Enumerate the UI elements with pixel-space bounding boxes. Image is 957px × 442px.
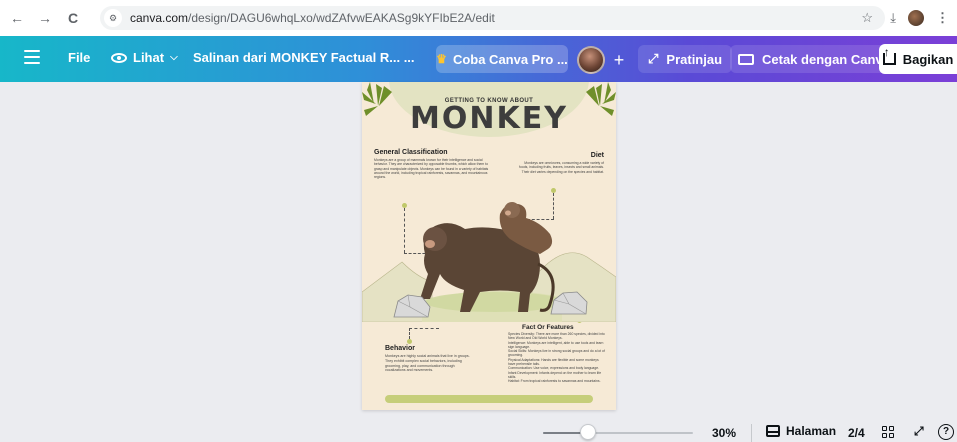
delivery-truck-icon [738, 53, 754, 65]
pages-label: Halaman [786, 424, 837, 438]
fact-item: Social Skills: Monkeys live in strong so… [508, 349, 605, 358]
editor-status-bar: 30% Halaman 2/4 ⤢ ? [0, 414, 957, 442]
design-title[interactable]: Salinan dari MONKEY Factual R... ... [193, 50, 415, 65]
profile-avatar[interactable] [908, 10, 924, 26]
fact-item: Intelligence: Monkeys are intelligent, a… [508, 340, 604, 349]
file-menu-button[interactable]: File [68, 50, 90, 65]
zoom-slider-thumb[interactable] [580, 424, 596, 440]
rock-left [393, 294, 431, 318]
download-icon[interactable]: ⤓ [890, 10, 896, 26]
print-with-canva-button[interactable]: Cetak dengan Canva [730, 45, 898, 73]
zoom-percentage[interactable]: 30% [712, 426, 736, 440]
fact-item: Habitat: From tropical rainforests to sa… [508, 379, 601, 384]
chevron-down-icon: ⌵ [170, 52, 178, 63]
eye-icon [111, 52, 127, 63]
connector-line [409, 328, 410, 339]
diet-title: Diet [590, 152, 604, 159]
share-button[interactable]: Bagikan [879, 44, 957, 74]
address-bar[interactable]: ⚙ canva.com/design/DAGU6whqLxo/wdZAfvwEA… [100, 6, 885, 30]
facts-title: Fact Or Features [522, 324, 574, 331]
print-label: Cetak dengan Canva [762, 51, 890, 67]
hamburger-menu-icon[interactable] [24, 50, 40, 64]
fact-item: Infant Development: Infants depend on th… [508, 370, 602, 379]
grid-view-icon[interactable] [882, 426, 894, 438]
pages-button[interactable]: Halaman [766, 424, 836, 438]
page-count: 2/4 [848, 426, 865, 440]
forward-icon[interactable]: → [34, 7, 56, 29]
pro-label: Coba Canva Pro ... [452, 51, 568, 67]
fact-item: Physical Adaptations: Hands are flexible… [508, 357, 599, 367]
bookmark-star-icon[interactable]: ☆ [861, 10, 873, 26]
url-host: canva.com [130, 11, 189, 25]
general-classification-title: General Classification [374, 149, 448, 156]
crown-icon: ♛ [436, 52, 447, 66]
add-collaborator-button[interactable]: + [608, 49, 630, 71]
help-icon[interactable]: ? [938, 424, 954, 440]
back-icon[interactable]: ← [6, 7, 28, 29]
fullscreen-icon[interactable]: ⤢ [914, 424, 924, 439]
try-canva-pro-button[interactable]: ♛ Coba Canva Pro ... [436, 45, 568, 73]
connector-line [409, 328, 439, 329]
status-divider [751, 424, 752, 442]
view-label: Lihat [133, 50, 165, 65]
canva-toolbar: File Lihat ⌵ Salinan dari MONKEY Factual… [0, 36, 957, 82]
behavior-body: Monkeys are highly social animals that l… [385, 354, 470, 373]
preview-label: Pratinjau [666, 51, 723, 67]
reload-icon[interactable]: C [62, 7, 84, 29]
preview-button[interactable]: ⤢ Pratinjau [638, 45, 733, 73]
diet-body: Monkeys are omnivores, consuming a wide … [519, 161, 604, 174]
browser-toolbar: ← → C ⚙ canva.com/design/DAGU6whqLxo/wdZ… [0, 0, 957, 36]
behavior-title: Behavior [385, 345, 415, 352]
facts-list: Species Diversity: There are more than 2… [508, 332, 605, 384]
share-label: Bagikan [902, 51, 954, 67]
rock-right [550, 291, 588, 315]
zoom-slider-track[interactable] [543, 432, 693, 434]
view-menu-button[interactable]: Lihat ⌵ [111, 50, 178, 65]
site-info-icon[interactable]: ⚙ [104, 9, 122, 27]
poster-footer-bar [385, 395, 593, 403]
design-page[interactable]: GETTING TO KNOW ABOUT MONKEY General Cla… [362, 82, 616, 410]
kebab-menu-icon[interactable]: ⋮ [936, 10, 949, 26]
fact-item: Species Diversity: There are more than 2… [508, 332, 605, 341]
url-text[interactable]: canva.com/design/DAGU6whqLxo/wdZAfvwEAKA… [130, 11, 495, 25]
expand-arrows-icon: ⤢ [648, 51, 659, 66]
share-icon [882, 45, 896, 65]
connector-dot [407, 339, 412, 344]
poster-headline: MONKEY [410, 101, 568, 136]
browser-actions: ⤓ ⋮ [890, 6, 957, 30]
url-path: /design/DAGU6whqLxo/wdZAfvwEAKASg9kYFIbE… [188, 11, 495, 25]
editor-canvas-area: GETTING TO KNOW ABOUT MONKEY General Cla… [0, 82, 957, 414]
user-avatar[interactable] [577, 46, 605, 74]
pages-icon [766, 425, 780, 437]
general-classification-body: Monkeys are a group of mammals known for… [374, 158, 489, 180]
